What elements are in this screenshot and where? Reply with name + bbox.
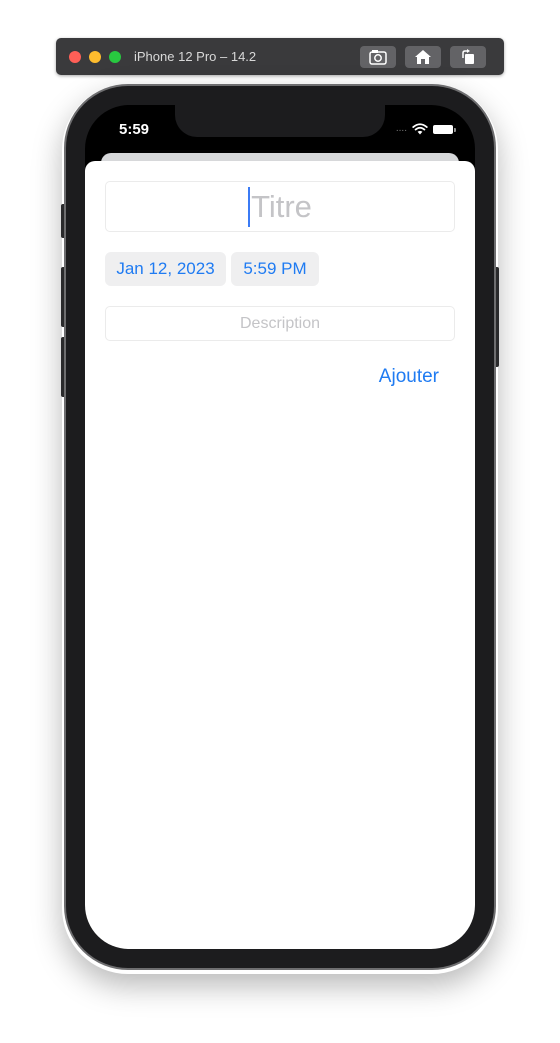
home-button[interactable]	[405, 46, 441, 68]
notch	[175, 105, 385, 137]
title-placeholder: Titre	[251, 188, 312, 224]
home-icon	[415, 50, 431, 64]
simulator-titlebar: iPhone 12 Pro – 14.2	[56, 38, 504, 75]
description-placeholder: Description	[239, 314, 321, 332]
wifi-icon	[412, 123, 428, 135]
simulator-title: iPhone 12 Pro – 14.2	[134, 49, 257, 64]
screenshot-button[interactable]	[360, 46, 396, 68]
camera-icon	[369, 50, 387, 65]
signal-dots: ....	[395, 123, 407, 134]
modal-sheet: Titre Jan 12, 2023 5:59 PM Description A…	[85, 161, 475, 949]
status-time: 5:59	[119, 121, 150, 138]
text-cursor	[248, 186, 251, 227]
date-picker-button[interactable]: Jan 12, 2023	[105, 252, 226, 286]
status-indicators: ....	[395, 123, 456, 135]
rotate-button[interactable]	[450, 46, 486, 68]
battery-icon	[433, 124, 456, 134]
rotate-icon	[462, 49, 474, 64]
add-button[interactable]: Ajouter	[379, 366, 439, 388]
title-input[interactable]: Titre	[105, 181, 455, 232]
phone-screen: 5:59 .... Titre Jan 12, 2023 5:59 PM Des…	[85, 105, 475, 949]
minimize-window-button[interactable]	[89, 51, 101, 63]
close-window-button[interactable]	[69, 51, 81, 63]
description-input[interactable]: Description	[105, 306, 455, 341]
time-picker-button[interactable]: 5:59 PM	[231, 252, 319, 286]
zoom-window-button[interactable]	[109, 51, 121, 63]
